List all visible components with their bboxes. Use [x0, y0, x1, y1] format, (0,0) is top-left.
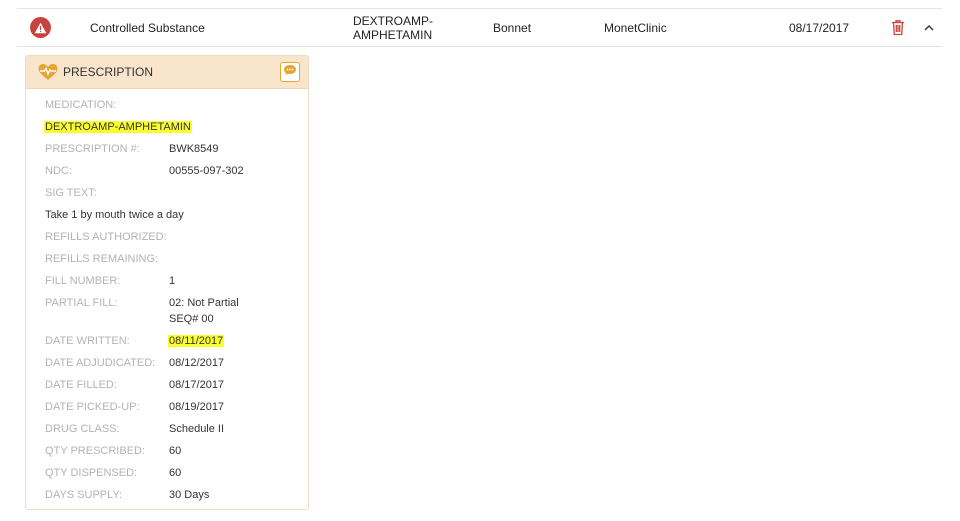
- alert-triangle-icon: [30, 17, 51, 38]
- drug-class-value: Schedule II: [169, 423, 225, 435]
- row-medication: DEXTROAMP- AMPHETAMIN: [353, 9, 433, 46]
- date-adjudicated-label: DATE ADJUDICATED:: [45, 357, 156, 369]
- row-medication-line1: DEXTROAMP-: [353, 13, 434, 28]
- partial-fill-label: PARTIAL FILL:: [45, 297, 118, 309]
- medication-label: MEDICATION:: [45, 99, 117, 111]
- row-pharmacy: MonetClinic: [604, 20, 667, 35]
- date-written-value: 08/11/2017: [168, 334, 225, 348]
- row-date: 08/17/2017: [789, 20, 850, 35]
- refills-authorized-label: REFILLS AUTHORIZED:: [45, 231, 167, 243]
- comment-icon: [283, 63, 297, 81]
- partial-fill-value-line2: SEQ# 00: [169, 313, 214, 325]
- date-picked-up-value: 08/19/2017: [169, 401, 225, 413]
- ndc-value: 00555-097-302: [169, 165, 244, 177]
- table-row[interactable]: Controlled Substance DEXTROAMP- AMPHETAM…: [17, 9, 942, 47]
- prescription-card: PRESCRIPTION MEDICATION: DEXTROAMP-AMPHE…: [25, 55, 309, 510]
- card-title: PRESCRIPTION: [63, 65, 154, 79]
- sig-text-label: SIG TEXT:: [45, 187, 97, 199]
- row-medication-line2: AMPHETAMIN: [353, 27, 433, 42]
- rx-number-value: BWK8549: [169, 143, 219, 155]
- chevron-up-icon[interactable]: [923, 22, 935, 32]
- qty-dispensed-value: 60: [169, 467, 182, 479]
- card-header: PRESCRIPTION: [26, 56, 308, 89]
- days-supply-label: DAYS SUPPLY:: [45, 489, 123, 501]
- date-picked-up-label: DATE PICKED-UP:: [45, 401, 140, 413]
- medication-value-highlight: DEXTROAMP-AMPHETAMIN: [44, 121, 192, 133]
- row-prescriber: Bonnet: [493, 20, 532, 35]
- date-adjudicated-value: 08/12/2017: [169, 357, 225, 369]
- drug-class-label: DRUG CLASS:: [45, 423, 120, 435]
- medication-value: DEXTROAMP-AMPHETAMIN: [44, 120, 192, 134]
- trash-icon[interactable]: [890, 19, 906, 36]
- date-written-highlight: 08/11/2017: [168, 335, 225, 347]
- fill-number-label: FILL NUMBER:: [45, 275, 121, 287]
- date-filled-label: DATE FILLED:: [45, 379, 117, 391]
- partial-fill-value-line1: 02: Not Partial: [169, 297, 239, 309]
- rx-number-label: PRESCRIPTION #:: [45, 143, 140, 155]
- qty-prescribed-value: 60: [169, 445, 182, 457]
- refills-remaining-label: REFILLS REMAINING:: [45, 253, 159, 265]
- sig-text-value: Take 1 by mouth twice a day: [45, 209, 184, 221]
- date-written-label: DATE WRITTEN:: [45, 335, 130, 347]
- row-type: Controlled Substance: [90, 20, 205, 35]
- qty-dispensed-label: QTY DISPENSED:: [45, 467, 138, 479]
- date-filled-value: 08/17/2017: [169, 379, 225, 391]
- days-supply-value: 30 Days: [169, 489, 210, 501]
- ndc-label: NDC:: [45, 165, 72, 177]
- fill-number-value: 1: [169, 275, 176, 287]
- comment-button[interactable]: [280, 62, 300, 82]
- heart-pulse-icon: [37, 63, 59, 81]
- qty-prescribed-label: QTY PRESCRIBED:: [45, 445, 146, 457]
